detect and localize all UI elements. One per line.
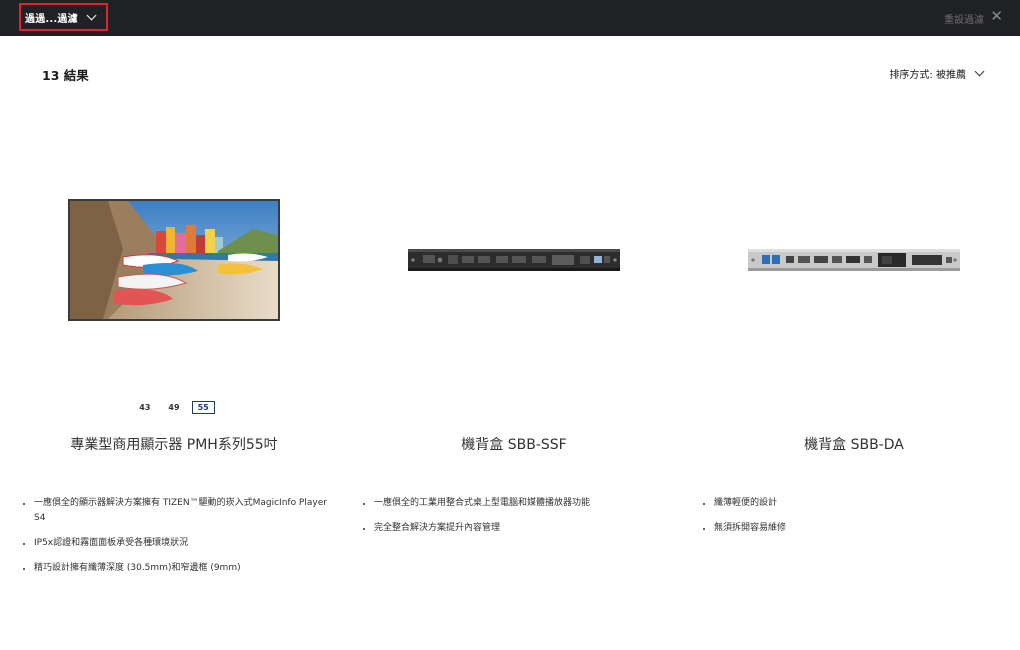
feature-item: IP5x認證和霧面面板承受各種環境狀況 xyxy=(4,536,334,551)
product-card: 機背盒 SBB-DA 纖薄輕便的設計 無須拆開容易維修 xyxy=(684,120,1020,620)
sort-label: 排序方式: 被推薦 xyxy=(889,70,966,81)
chevron-down-icon xyxy=(86,10,97,20)
display-image xyxy=(68,199,280,321)
product-title[interactable]: 機背盒 SBB-DA xyxy=(684,434,1020,454)
product-image[interactable] xyxy=(344,120,684,400)
feature-item: 精巧設計擁有纖薄深度 (30.5mm)和窄邊框 (9mm) xyxy=(4,561,334,576)
feature-item: 一應俱全的顯示器解決方案擁有 TIZEN™驅動的崁入式MagicInfo Pla… xyxy=(4,496,334,526)
filter-bar: 過過...過濾 重設過濾 ✕ xyxy=(0,0,1020,36)
product-card: 43 49 55 專業型商用顯示器 PMH系列55吋 一應俱全的顯示器解決方案擁… xyxy=(4,120,344,620)
filter-toggle-button[interactable]: 過過...過濾 xyxy=(19,3,108,31)
sort-dropdown[interactable]: 排序方式: 被推薦 xyxy=(889,66,985,81)
feature-item: 完全整合解決方案提升內容管理 xyxy=(344,521,674,536)
filter-toggle-label: 過過...過濾 xyxy=(25,13,78,25)
set-back-box-image xyxy=(748,249,960,271)
size-option[interactable]: 43 xyxy=(133,401,156,414)
size-option[interactable]: 49 xyxy=(162,401,185,414)
feature-item: 一應俱全的工業用整合式桌上型電腦和媒體播放器功能 xyxy=(344,496,674,511)
product-image[interactable] xyxy=(684,120,1020,400)
product-image[interactable] xyxy=(4,120,344,400)
size-selector: 43 49 55 xyxy=(4,401,344,414)
close-icon[interactable]: ✕ xyxy=(990,7,1003,25)
product-title[interactable]: 機背盒 SBB-SSF xyxy=(344,434,684,454)
product-title[interactable]: 專業型商用顯示器 PMH系列55吋 xyxy=(4,434,344,454)
size-option-selected[interactable]: 55 xyxy=(191,401,215,414)
feature-item: 無須拆開容易維修 xyxy=(684,521,1014,536)
feature-list: 一應俱全的工業用整合式桌上型電腦和媒體播放器功能 完全整合解決方案提升內容管理 xyxy=(344,496,674,546)
feature-item: 纖薄輕便的設計 xyxy=(684,496,1014,511)
feature-list: 一應俱全的顯示器解決方案擁有 TIZEN™驅動的崁入式MagicInfo Pla… xyxy=(4,496,334,586)
set-back-box-image xyxy=(408,249,620,271)
product-card: 機背盒 SBB-SSF 一應俱全的工業用整合式桌上型電腦和媒體播放器功能 完全整… xyxy=(344,120,684,620)
feature-list: 纖薄輕便的設計 無須拆開容易維修 xyxy=(684,496,1014,546)
results-count: 13 結果 xyxy=(42,68,89,83)
chevron-down-icon xyxy=(974,66,985,77)
reset-filters-button[interactable]: 重設過濾 xyxy=(944,11,984,26)
